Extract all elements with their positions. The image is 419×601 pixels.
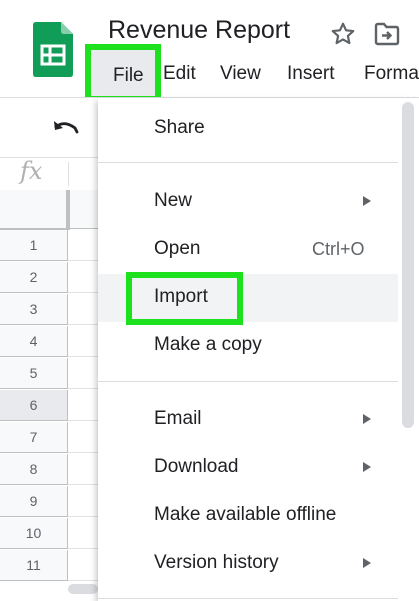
grid-cell[interactable]	[68, 550, 98, 581]
row-header[interactable]: 6	[0, 390, 68, 421]
grid-cell[interactable]	[68, 326, 98, 357]
grid-cell[interactable]	[68, 454, 98, 485]
menu-format[interactable]: Forma	[364, 63, 419, 85]
vertical-scrollbar[interactable]	[402, 102, 414, 428]
menu-item-email[interactable]: Email	[98, 396, 398, 444]
submenu-arrow-icon	[363, 196, 371, 206]
menu-item-make-a-copy[interactable]: Make a copy	[98, 322, 398, 370]
row-header[interactable]: 10	[0, 518, 68, 549]
fx-icon: fx	[20, 157, 43, 185]
select-all-corner[interactable]	[0, 190, 70, 232]
import-highlight-box	[126, 272, 243, 325]
star-icon[interactable]	[330, 21, 356, 47]
menu-item-label: Version history	[154, 552, 279, 573]
menu-bar: Edit View Insert Forma	[0, 56, 419, 92]
grid-cell[interactable]	[68, 294, 98, 325]
menu-edit[interactable]: Edit	[163, 63, 196, 85]
menu-item-label: New	[154, 190, 193, 211]
menu-item-new[interactable]: New	[98, 178, 398, 226]
menu-item-label: Open	[154, 238, 201, 259]
menu-item-label: Download	[154, 456, 239, 477]
row-header[interactable]: 2	[0, 262, 68, 293]
grid-cell[interactable]	[68, 358, 98, 389]
menu-divider	[98, 381, 398, 382]
spreadsheet-window: Revenue Report Edit View Insert Forma Fi…	[0, 0, 419, 601]
grid-cell[interactable]	[68, 422, 98, 453]
row-header[interactable]: 8	[0, 454, 68, 485]
submenu-arrow-icon	[363, 558, 371, 568]
menu-divider	[98, 598, 398, 599]
menu-insert[interactable]: Insert	[287, 63, 335, 85]
row-header[interactable]: 5	[0, 358, 68, 389]
shortcut-label: Ctrl+O	[312, 239, 365, 259]
file-menu-dropdown: Share New Open Ctrl+O Import Make a copy…	[98, 98, 419, 601]
menu-item-download[interactable]: Download	[98, 444, 398, 492]
menu-divider	[98, 162, 398, 163]
menu-item-make-available-offline[interactable]: Make available offline	[98, 492, 398, 540]
menu-view[interactable]: View	[220, 63, 261, 85]
formula-bar-divider	[68, 162, 69, 186]
row-header[interactable]: 1	[0, 230, 68, 261]
header-bar: Revenue Report Edit View Insert Forma Fi…	[0, 0, 419, 102]
document-title[interactable]: Revenue Report	[108, 16, 290, 45]
grid-cell[interactable]	[68, 262, 98, 293]
menu-item-label: Make a copy	[154, 334, 262, 355]
row-header[interactable]: 3	[0, 294, 68, 325]
horizontal-scrollbar[interactable]	[68, 584, 98, 594]
grid-cell[interactable]	[68, 390, 98, 421]
menu-item-label: Email	[154, 408, 202, 429]
menu-item-label: Share	[154, 117, 205, 138]
menu-item-label: Make available offline	[154, 504, 337, 525]
submenu-arrow-icon	[363, 462, 371, 472]
submenu-arrow-icon	[363, 414, 371, 424]
move-to-folder-icon[interactable]	[374, 22, 400, 46]
grid-cell[interactable]	[68, 518, 98, 549]
menu-file[interactable]: File	[85, 44, 161, 102]
row-header[interactable]: 9	[0, 486, 68, 517]
row-header[interactable]: 4	[0, 326, 68, 357]
menu-item-open[interactable]: Open Ctrl+O	[98, 226, 398, 274]
menu-file-label: File	[113, 65, 144, 86]
grid-cell[interactable]	[68, 486, 98, 517]
menu-item-share[interactable]: Share	[98, 105, 398, 153]
column-header-a[interactable]	[70, 190, 100, 229]
row-header[interactable]: 11	[0, 550, 68, 581]
menu-item-version-history[interactable]: Version history	[98, 540, 398, 588]
grid-cell[interactable]	[68, 230, 98, 261]
undo-icon[interactable]	[52, 118, 80, 138]
row-header[interactable]: 7	[0, 422, 68, 453]
